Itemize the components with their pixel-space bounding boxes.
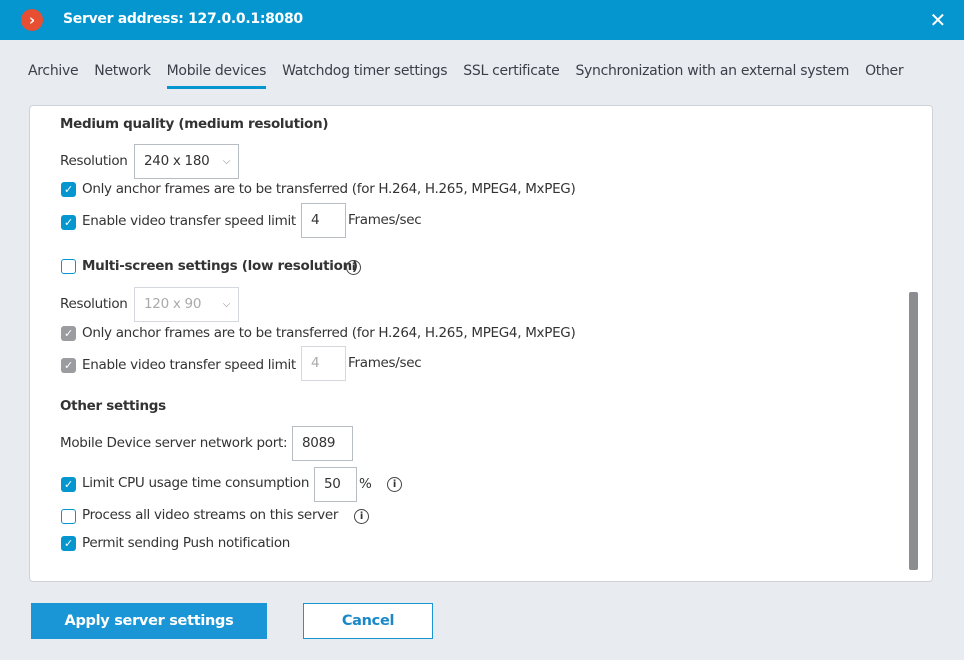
multi-speed-unit: Frames/sec — [348, 355, 422, 371]
close-icon[interactable]: ✕ — [930, 8, 947, 32]
cancel-button[interactable]: Cancel — [303, 603, 433, 639]
port-input[interactable]: 8089 — [292, 426, 353, 461]
multi-resolution-label: Resolution — [60, 296, 128, 312]
process-label: Process all video streams on this server — [82, 507, 339, 523]
tab-mobile-devices[interactable]: Mobile devices — [166, 63, 266, 89]
cpu-label: Limit CPU usage time consumption — [82, 475, 310, 491]
app-logo-icon: › — [21, 9, 43, 31]
tab-sync[interactable]: Synchronization with an external system — [575, 63, 849, 89]
multi-resolution-value: 120 x 90 — [144, 296, 202, 312]
info-icon[interactable]: i — [387, 477, 402, 492]
multi-anchor-checkbox: ✓ — [61, 326, 76, 341]
tab-network[interactable]: Network — [94, 63, 151, 89]
cpu-input[interactable]: 50 — [314, 467, 357, 502]
title-bar: › Server address: 127.0.0.1:8080 ✕ — [0, 0, 964, 40]
info-icon[interactable]: i — [346, 260, 361, 275]
tab-watchdog[interactable]: Watchdog timer settings — [282, 63, 447, 89]
push-label: Permit sending Push notification — [82, 535, 291, 551]
tab-archive[interactable]: Archive — [28, 63, 79, 89]
multi-resolution-select: 120 x 90 ⌵ — [134, 287, 239, 322]
medium-speed-checkbox[interactable]: ✓ — [61, 215, 76, 230]
medium-anchor-label: Only anchor frames are to be transferred… — [82, 181, 576, 197]
info-icon[interactable]: i — [354, 509, 369, 524]
multi-anchor-label: Only anchor frames are to be transferred… — [82, 325, 576, 341]
tab-bar: Archive Network Mobile devices Watchdog … — [28, 63, 904, 89]
cpu-unit: % — [359, 476, 372, 492]
multi-heading: Multi-screen settings (low resolution) — [82, 258, 358, 274]
medium-resolution-select[interactable]: 240 x 180 ⌵ — [134, 144, 239, 179]
multi-speed-checkbox: ✓ — [61, 358, 76, 373]
cpu-checkbox[interactable]: ✓ — [61, 477, 76, 492]
multi-speed-input: 4 — [301, 346, 346, 381]
medium-resolution-label: Resolution — [60, 153, 128, 169]
push-checkbox[interactable]: ✓ — [61, 536, 76, 551]
medium-speed-unit: Frames/sec — [348, 212, 422, 228]
tab-other[interactable]: Other — [865, 63, 904, 89]
settings-panel: Medium quality (medium resolution) Resol… — [29, 105, 933, 582]
medium-anchor-checkbox[interactable]: ✓ — [61, 182, 76, 197]
process-checkbox[interactable] — [61, 509, 76, 524]
multi-checkbox[interactable] — [61, 259, 76, 274]
window-title: Server address: 127.0.0.1:8080 — [63, 11, 303, 27]
scrollbar[interactable] — [909, 292, 918, 570]
port-label: Mobile Device server network port: — [60, 435, 288, 451]
chevron-down-icon: ⌵ — [222, 299, 231, 310]
medium-speed-label: Enable video transfer speed limit — [82, 213, 296, 229]
other-heading: Other settings — [60, 398, 166, 414]
multi-speed-label: Enable video transfer speed limit — [82, 357, 296, 373]
chevron-down-icon: ⌵ — [222, 156, 231, 167]
medium-heading: Medium quality (medium resolution) — [60, 116, 329, 132]
medium-speed-input[interactable]: 4 — [301, 203, 346, 238]
medium-resolution-value: 240 x 180 — [144, 153, 210, 169]
apply-button[interactable]: Apply server settings — [31, 603, 267, 639]
tab-ssl[interactable]: SSL certificate — [463, 63, 559, 89]
